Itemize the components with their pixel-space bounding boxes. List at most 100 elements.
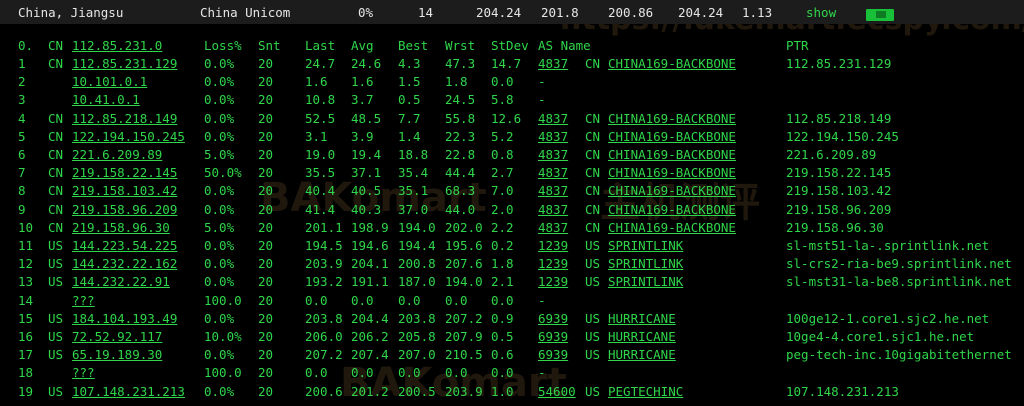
table-row: 11 US 144.223.54.225 0.0% 20 194.5 194.6 194.4 1… — [0, 238, 1024, 256]
cell-host[interactable]: 10.41.0.1 — [72, 92, 140, 107]
cell-num: 15 — [18, 310, 34, 326]
toggle-icon[interactable] — [866, 9, 894, 21]
show-link[interactable]: show — [806, 5, 836, 20]
cell-last: 35.5 — [305, 165, 336, 181]
cell-host[interactable]: 122.194.150.245 — [72, 129, 185, 144]
table-row: 19 US 107.148.231.213 0.0% 20 200.6 201.2 200.5… — [0, 384, 1024, 402]
cell-host[interactable]: 184.104.193.49 — [72, 311, 177, 326]
cell-asn[interactable]: 6939 — [538, 329, 568, 344]
summary-snt: 14 — [418, 5, 434, 20]
cell-stdev: 5.2 — [491, 128, 514, 144]
cell-asn[interactable]: 4837 — [538, 183, 568, 198]
cell-asname[interactable]: PEGTECHINC — [608, 384, 683, 399]
summary-last: 204.24 — [476, 5, 522, 20]
cell-avg: 3.9 — [351, 128, 374, 144]
cell-asname[interactable]: HURRICANE — [608, 329, 676, 344]
cell-host[interactable]: ??? — [72, 365, 95, 380]
cell-asname[interactable]: HURRICANE — [608, 347, 676, 362]
cell-ascc: US — [585, 238, 601, 253]
cell-asn[interactable]: 4837 — [538, 129, 568, 144]
cell-asn[interactable]: 54600 — [538, 384, 576, 399]
cell-num: 6 — [18, 147, 26, 162]
cell-host[interactable]: 112.85.231.129 — [72, 56, 177, 71]
cell-asname[interactable]: SPRINTLINK — [608, 238, 683, 253]
cell-loss: 100.0 — [204, 365, 242, 381]
cell-host[interactable]: 107.148.231.213 — [72, 384, 185, 399]
cell-host[interactable]: 219.158.96.30 — [72, 220, 170, 235]
cell-asn[interactable]: 1239 — [538, 238, 568, 253]
cell-best: 37.0 — [398, 201, 429, 217]
cell-host[interactable]: 219.158.22.145 — [72, 165, 177, 180]
table-row: 3 10.41.0.1 0.0% 20 10.8 3.7 0.5 24.5 5.8 - — [0, 92, 1024, 110]
cell-ascc: CN — [585, 219, 601, 235]
cell-host[interactable]: 144.232.22.162 — [72, 256, 177, 271]
cell-asname[interactable]: CHINA169-BACKBONE — [608, 56, 736, 71]
cell-asn[interactable]: 1239 — [538, 274, 568, 289]
isp-text: China Unicom — [200, 5, 291, 20]
cell-asname[interactable]: CHINA169-BACKBONE — [608, 202, 736, 217]
cell-best: 35.4 — [398, 165, 429, 181]
cell-asn[interactable]: 6939 — [538, 347, 568, 362]
cell-ascc: CN — [585, 110, 601, 126]
cell-asn[interactable]: 4837 — [538, 202, 568, 217]
cell-ascc: CN — [585, 56, 601, 71]
cell-best: 207.0 — [398, 347, 436, 363]
cell-host[interactable]: 65.19.189.30 — [72, 347, 162, 362]
cell-host[interactable]: 112.85.218.149 — [72, 111, 177, 126]
cell-ascc: US — [585, 347, 601, 363]
cell-cc: US — [48, 310, 64, 326]
cell-asn[interactable]: 4837 — [538, 111, 568, 126]
cell-stdev: 2.2 — [491, 219, 514, 235]
cell-num: 2 — [18, 74, 26, 90]
cell-snt: 20 — [258, 56, 274, 71]
cell-ascc: CN — [585, 128, 601, 144]
cell-asname[interactable]: CHINA169-BACKBONE — [608, 183, 736, 198]
cell-wrst: 207.6 — [445, 256, 483, 272]
cell-cc: CN — [48, 219, 64, 235]
cell-snt: 20 — [258, 219, 274, 235]
cell-host[interactable]: 219.158.96.209 — [72, 202, 177, 217]
cell-host[interactable]: 221.6.209.89 — [72, 147, 162, 162]
cell-asn[interactable]: 4837 — [538, 56, 568, 71]
cell-best: 1.5 — [398, 74, 421, 90]
cell-last: 207.2 — [305, 347, 343, 363]
cell-loss: 0.0% — [204, 310, 235, 326]
cell-avg: 194.6 — [351, 238, 389, 253]
cell-asn[interactable]: 4837 — [538, 165, 568, 180]
cell-host[interactable]: 72.52.92.117 — [72, 329, 162, 344]
cell-host[interactable]: 219.158.103.42 — [72, 183, 177, 198]
cell-host[interactable]: 144.223.54.225 — [72, 238, 177, 253]
cell-asname[interactable]: CHINA169-BACKBONE — [608, 111, 736, 126]
cell-asname[interactable]: CHINA169-BACKBONE — [608, 147, 736, 162]
cell-asname[interactable]: SPRINTLINK — [608, 274, 683, 289]
cell-wrst: 210.5 — [445, 347, 483, 363]
column-best: Best — [398, 38, 429, 53]
cell-asn[interactable]: 4837 — [538, 220, 568, 235]
cell-best: 7.7 — [398, 110, 421, 126]
cell-stdev: 0.5 — [491, 329, 514, 344]
cell-asn[interactable]: 6939 — [538, 311, 568, 326]
cell-last: 193.2 — [305, 274, 343, 290]
cell-asn[interactable]: 4837 — [538, 147, 568, 162]
cell-wrst: 207.2 — [445, 310, 483, 326]
cell-best: 4.3 — [398, 56, 421, 71]
cell-num: 9 — [18, 201, 26, 217]
cell-asname[interactable]: CHINA169-BACKBONE — [608, 129, 736, 144]
cell-ptr: sl-crs2-ria-be9.sprintlink.net — [786, 256, 1012, 272]
cell-host[interactable]: ??? — [72, 293, 95, 308]
cell-host[interactable]: 144.232.22.91 — [72, 274, 170, 289]
cell-asname[interactable]: CHINA169-BACKBONE — [608, 220, 736, 235]
table-row: 1 CN 112.85.231.129 0.0% 20 24.7 24.6 4.3 47.3 14… — [0, 56, 1024, 74]
cell-best: 18.8 — [398, 147, 429, 162]
column-host[interactable]: 112.85.231.0 — [72, 38, 162, 53]
cell-num: 12 — [18, 256, 34, 272]
cell-stdev: 2.1 — [491, 274, 514, 290]
cell-avg: 48.5 — [351, 110, 382, 126]
cell-host[interactable]: 10.101.0.1 — [72, 74, 147, 89]
cell-asname[interactable]: SPRINTLINK — [608, 256, 683, 271]
column-loss: Loss% — [204, 38, 242, 53]
cell-asname[interactable]: CHINA169-BACKBONE — [608, 165, 736, 180]
cell-asn[interactable]: 1239 — [538, 256, 568, 271]
cell-wrst: 22.3 — [445, 128, 476, 144]
cell-asname[interactable]: HURRICANE — [608, 311, 676, 326]
